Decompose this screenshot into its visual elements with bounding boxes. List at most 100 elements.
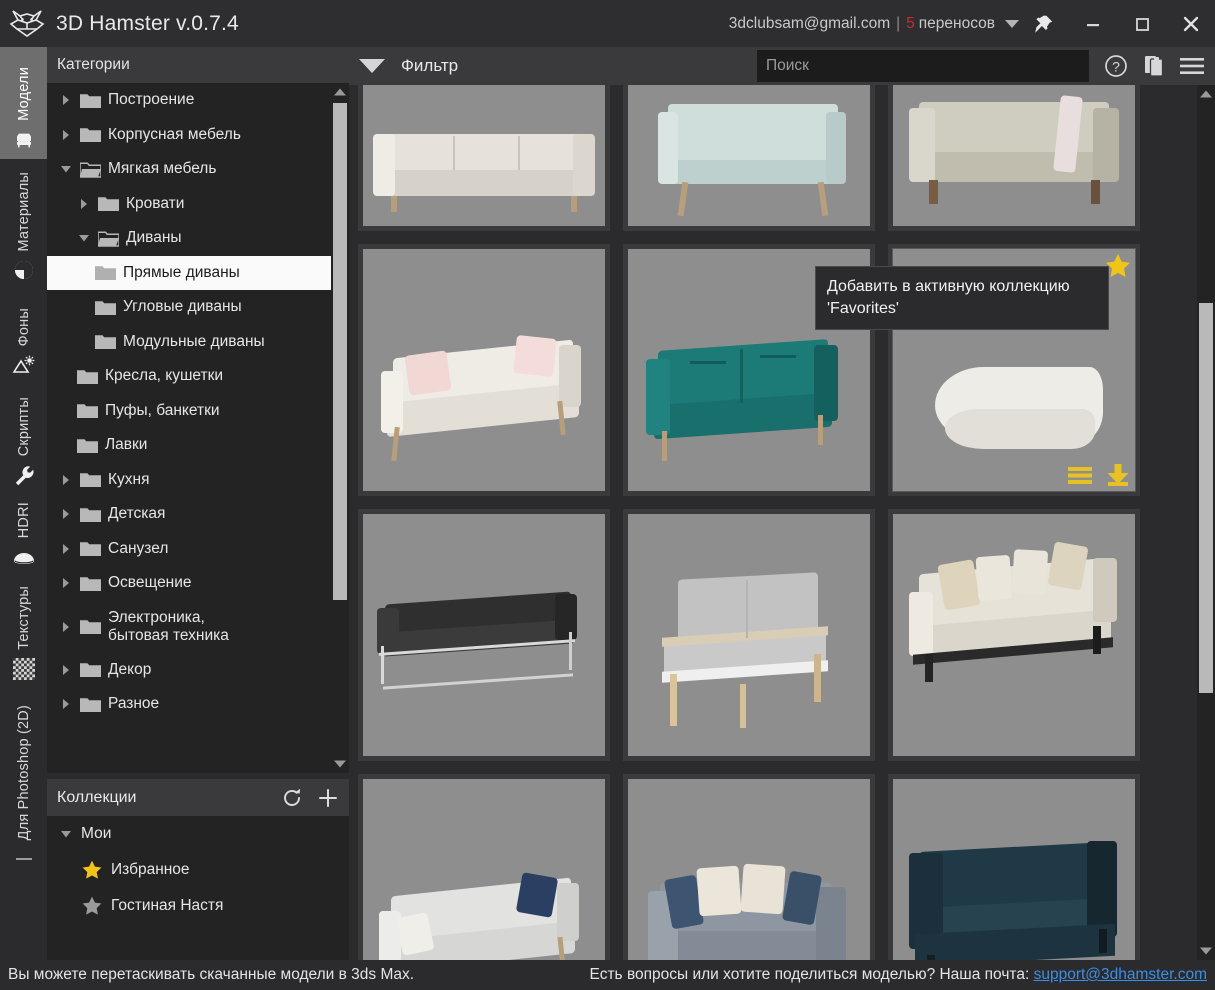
chevron-down-icon[interactable] bbox=[1005, 19, 1019, 28]
model-card[interactable] bbox=[888, 509, 1140, 761]
chevron-right-icon[interactable] bbox=[59, 697, 73, 711]
model-thumbnail bbox=[363, 249, 605, 491]
tree-item-divany[interactable]: Диваны bbox=[47, 221, 332, 256]
tree-item-modulnye-divany[interactable]: Модульные диваны bbox=[47, 325, 332, 360]
chevron-right-icon[interactable] bbox=[59, 473, 73, 487]
tree-item-osveshchenie[interactable]: Освещение bbox=[47, 566, 332, 601]
folder-icon bbox=[77, 368, 98, 385]
chevron-right-icon[interactable] bbox=[59, 576, 73, 590]
tree-item-pryamye-divany[interactable]: Прямые диваны bbox=[47, 255, 332, 290]
categories-scrollbar-thumb[interactable] bbox=[333, 103, 347, 600]
chevron-down-icon[interactable] bbox=[59, 827, 73, 841]
search-input[interactable] bbox=[757, 50, 1089, 82]
tree-item-label: Санузел bbox=[108, 539, 169, 557]
chevron-right-icon[interactable] bbox=[77, 197, 91, 211]
collection-group-moi[interactable]: Мои bbox=[47, 816, 349, 852]
model-thumbnail bbox=[893, 779, 1135, 960]
plus-icon[interactable] bbox=[317, 787, 339, 809]
chevron-right-icon[interactable] bbox=[59, 542, 73, 556]
model-card[interactable] bbox=[358, 244, 610, 496]
tree-item-detskaya[interactable]: Детская bbox=[47, 497, 332, 532]
tree-item-kuhnya[interactable]: Кухня bbox=[47, 463, 332, 498]
pin-icon bbox=[1034, 14, 1054, 34]
chevron-down-icon[interactable] bbox=[77, 231, 91, 245]
tree-item-label: Угловые диваны bbox=[123, 298, 242, 316]
close-button[interactable] bbox=[1166, 0, 1215, 47]
caret-down-icon[interactable] bbox=[1197, 942, 1215, 960]
list-menu-icon[interactable] bbox=[1066, 460, 1094, 488]
clipboard-icon[interactable] bbox=[1141, 53, 1167, 79]
model-card[interactable] bbox=[358, 774, 610, 960]
collection-item-izbrannoe[interactable]: Избранное bbox=[47, 852, 349, 888]
rail-tab-materials[interactable]: Материалы bbox=[0, 159, 47, 289]
tree-item-elektronika-bytovaya-tehnika[interactable]: Электроника, бытовая техника bbox=[47, 601, 332, 653]
account-menu[interactable]: 3dclubsam@gmail.com | 5 переносов bbox=[729, 15, 1019, 33]
model-card[interactable] bbox=[358, 509, 610, 761]
rail-tab-label: Текстуры bbox=[15, 586, 32, 650]
left-panel: Категории Построение Корпусная мебель Мя… bbox=[47, 47, 349, 990]
rail-tab-scripts[interactable]: Скрипты bbox=[0, 384, 47, 494]
folder-icon bbox=[95, 333, 116, 350]
caret-up-icon[interactable] bbox=[331, 83, 349, 101]
material-sphere-icon bbox=[11, 257, 37, 283]
caret-up-icon[interactable] bbox=[1197, 85, 1215, 103]
model-card[interactable] bbox=[888, 85, 1140, 231]
chevron-right-icon[interactable] bbox=[59, 663, 73, 677]
model-card[interactable] bbox=[623, 509, 875, 761]
tree-item-pufy-banketki[interactable]: Пуфы, банкетки bbox=[47, 394, 332, 429]
tree-item-lavki[interactable]: Лавки bbox=[47, 428, 332, 463]
tree-item-label: Освещение bbox=[108, 574, 192, 592]
collection-item-label: Гостиная Настя bbox=[111, 897, 224, 914]
triangle-down-icon[interactable] bbox=[359, 59, 385, 73]
filter-button[interactable]: Фильтр bbox=[349, 56, 458, 76]
model-card[interactable] bbox=[623, 85, 875, 231]
maximize-button[interactable] bbox=[1117, 0, 1166, 47]
models-grid bbox=[349, 85, 1140, 960]
tree-item-kresla-kushetki[interactable]: Кресла, кушетки bbox=[47, 359, 332, 394]
categories-tree[interactable]: Построение Корпусная мебель Мягкая мебел… bbox=[47, 83, 332, 713]
tree-item-korpusnaya-mebel[interactable]: Корпусная мебель bbox=[47, 118, 332, 153]
rail-tab-models[interactable]: Модели bbox=[0, 47, 47, 159]
chevron-right-icon[interactable] bbox=[59, 620, 73, 634]
download-icon[interactable] bbox=[1104, 460, 1132, 488]
chevron-right-icon[interactable] bbox=[59, 128, 73, 142]
star-icon bbox=[81, 859, 103, 881]
rail-tab-textures[interactable]: Текстуры bbox=[0, 576, 47, 688]
model-card[interactable] bbox=[623, 774, 875, 960]
content-toolbar: Фильтр ? bbox=[349, 47, 1215, 85]
models-grid-viewport[interactable] bbox=[349, 85, 1197, 960]
tree-item-label: Кухня bbox=[108, 470, 150, 488]
rail-tab-hdri[interactable]: HDRI bbox=[0, 494, 47, 576]
minimize-button[interactable] bbox=[1068, 0, 1117, 47]
pin-button[interactable] bbox=[1019, 0, 1068, 47]
rail-tab-backgrounds[interactable]: Фоны bbox=[0, 289, 47, 384]
tree-item-label: Прямые диваны bbox=[123, 263, 240, 281]
status-hint-text: Вы можете перетаскивать скачанные модели… bbox=[8, 966, 415, 983]
chevron-right-icon[interactable] bbox=[59, 93, 73, 107]
tree-item-postroenie[interactable]: Построение bbox=[47, 83, 332, 118]
grid-scrollbar[interactable] bbox=[1197, 85, 1215, 960]
model-card[interactable] bbox=[358, 85, 610, 231]
refresh-icon[interactable] bbox=[281, 787, 303, 809]
categories-scrollbar[interactable] bbox=[331, 83, 349, 773]
svg-text:?: ? bbox=[1112, 59, 1120, 75]
tree-item-myagkaya-mebel[interactable]: Мягкая мебель bbox=[47, 152, 332, 187]
folder-icon bbox=[80, 471, 101, 488]
support-email-link[interactable]: support@3dhamster.com bbox=[1034, 966, 1207, 983]
caret-down-icon[interactable] bbox=[331, 755, 349, 773]
tree-item-label: Лавки bbox=[105, 436, 148, 454]
tree-item-uglovye-divany[interactable]: Угловые диваны bbox=[47, 290, 332, 325]
collection-item-gostinaya-nastya[interactable]: Гостиная Настя bbox=[47, 888, 349, 924]
model-card[interactable] bbox=[888, 774, 1140, 960]
question-circle-icon[interactable]: ? bbox=[1103, 53, 1129, 79]
tree-item-sanuzel[interactable]: Санузел bbox=[47, 532, 332, 567]
tree-item-raznoe[interactable]: Разное bbox=[47, 687, 332, 713]
chevron-down-icon[interactable] bbox=[59, 162, 73, 176]
tree-item-dekor[interactable]: Декор bbox=[47, 653, 332, 688]
rail-tab-photoshop-2d[interactable]: Для Photoshop (2D) bbox=[0, 688, 47, 878]
chevron-right-icon[interactable] bbox=[59, 507, 73, 521]
tree-item-krovati[interactable]: Кровати bbox=[47, 187, 332, 222]
collection-group-label: Мои bbox=[81, 825, 112, 842]
grid-scrollbar-thumb[interactable] bbox=[1199, 303, 1213, 693]
hamburger-menu-icon[interactable] bbox=[1179, 53, 1205, 79]
